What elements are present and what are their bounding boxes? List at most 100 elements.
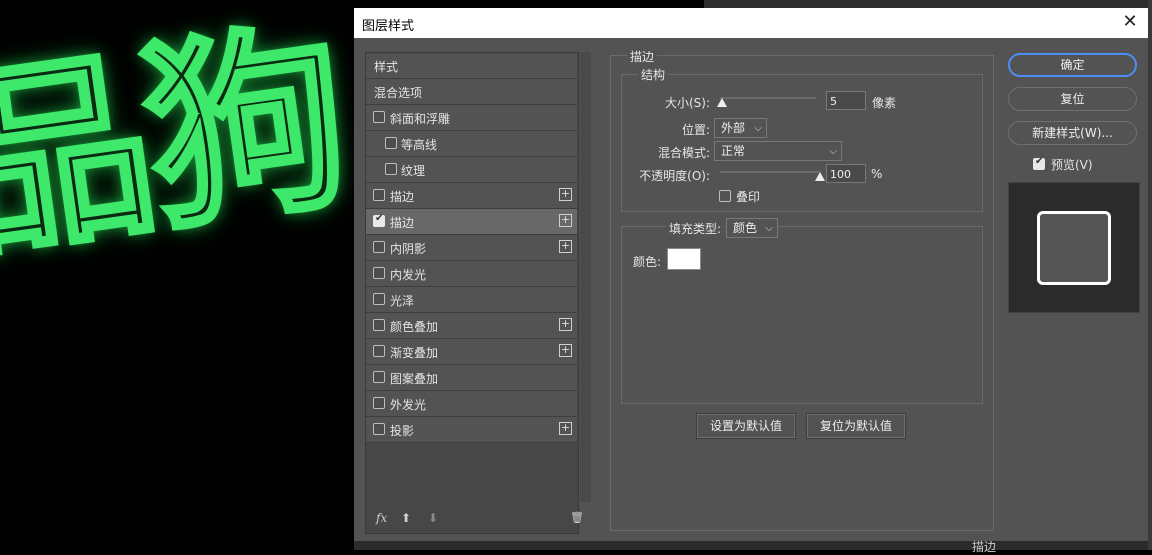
preview-label: 预览(V) bbox=[1051, 158, 1093, 172]
style-checkbox[interactable] bbox=[373, 213, 385, 227]
add-effect-icon[interactable]: + bbox=[559, 188, 572, 201]
reset-button[interactable]: 复位 bbox=[1008, 87, 1137, 111]
fill-type-label: 填充类型: bbox=[666, 220, 725, 237]
size-label: 大小(S): bbox=[664, 96, 710, 110]
style-checkbox[interactable] bbox=[373, 371, 385, 383]
dialog-titlebar: 图层样式 ✕ bbox=[354, 8, 1148, 38]
add-effect-icon[interactable]: + bbox=[559, 422, 572, 435]
blend-mode-label: 混合模式: bbox=[657, 146, 710, 160]
position-dropdown[interactable]: 外部 ⌵ bbox=[714, 118, 767, 138]
style-list-item[interactable]: 外发光 bbox=[366, 391, 577, 417]
add-effect-icon[interactable]: + bbox=[559, 318, 572, 331]
opacity-input[interactable]: 100 bbox=[826, 164, 866, 183]
style-checkbox[interactable] bbox=[385, 137, 397, 149]
size-slider[interactable] bbox=[716, 97, 816, 107]
new-style-button[interactable]: 新建样式(W)... bbox=[1008, 121, 1137, 145]
blend-mode-value: 正常 bbox=[721, 144, 746, 158]
overprint-checkbox[interactable] bbox=[719, 190, 731, 202]
set-default-button[interactable]: 设置为默认值 bbox=[697, 414, 795, 438]
preview-checkbox[interactable]: ✔ bbox=[1033, 156, 1045, 170]
position-value: 外部 bbox=[721, 121, 746, 135]
structure-group: 结构 大小(S): 5 像素 位置: 外部 ⌵ 混合模式: 正常 ⌵ 不透明度(… bbox=[621, 66, 983, 212]
dialog-title: 图层样式 bbox=[362, 19, 415, 34]
opacity-unit: % bbox=[871, 167, 883, 181]
style-checkbox[interactable] bbox=[373, 241, 385, 253]
fill-type-value: 颜色 bbox=[733, 221, 758, 235]
style-list-footer: fx ⬆ ⬇ 🗑 bbox=[366, 505, 584, 533]
style-item-label: 混合选项 bbox=[374, 86, 423, 100]
layer-style-dialog: 图层样式 ✕ 投影+外发光图案叠加渐变叠加+颜色叠加+光泽内发光内阴影+描边+描… bbox=[354, 8, 1148, 541]
style-item-label: 等高线 bbox=[401, 138, 438, 152]
style-list: 投影 + 外发光 图案叠加 渐变叠加 + 颜色叠加 + 光泽 内发光 内阴影 + 描边 + 描边 + 纹理 等高线… bbox=[365, 52, 584, 534]
style-item-label: 样式 bbox=[374, 60, 399, 74]
style-list-item[interactable]: 纹理 bbox=[366, 157, 577, 183]
reset-default-button[interactable]: 复位为默认值 bbox=[807, 414, 905, 438]
style-list-item[interactable]: 内发光 bbox=[366, 261, 577, 287]
opacity-slider-thumb[interactable] bbox=[815, 172, 825, 181]
add-effect-icon[interactable]: + bbox=[559, 344, 572, 357]
chevron-down-icon: ⌵ bbox=[829, 146, 837, 157]
layers-panel-strip bbox=[354, 541, 1148, 550]
style-item-label: 内阴影 bbox=[390, 242, 427, 256]
style-list-item[interactable]: 图案叠加 bbox=[366, 365, 577, 391]
style-list-item[interactable]: 颜色叠加 + bbox=[366, 313, 577, 339]
close-icon[interactable]: ✕ bbox=[1120, 11, 1140, 32]
style-checkbox[interactable] bbox=[373, 319, 385, 331]
style-item-label: 渐变叠加 bbox=[390, 346, 439, 360]
stroke-section-title: 描边 bbox=[627, 48, 658, 65]
style-list-item[interactable]: 样式 bbox=[366, 53, 577, 79]
move-down-icon[interactable]: ⬇ bbox=[428, 511, 438, 525]
style-item-label: 描边 bbox=[390, 216, 415, 230]
position-label: 位置: bbox=[681, 123, 710, 137]
style-item-label: 颜色叠加 bbox=[390, 320, 439, 334]
style-list-item[interactable]: 描边 + bbox=[366, 209, 577, 235]
style-list-item[interactable]: 内阴影 + bbox=[366, 235, 577, 261]
stroke-panel: 描边 结构 大小(S): 5 像素 位置: 外部 ⌵ 混合模式: 正常 ⌵ 不透… bbox=[610, 48, 994, 531]
ok-button[interactable]: 确定 bbox=[1008, 53, 1137, 77]
color-swatch[interactable] bbox=[667, 248, 701, 270]
chevron-down-icon: ⌵ bbox=[754, 123, 762, 134]
fill-type-dropdown[interactable]: 颜色 ⌵ bbox=[726, 218, 778, 238]
style-item-label: 描边 bbox=[390, 190, 415, 204]
trash-icon[interactable]: 🗑 bbox=[570, 511, 584, 524]
style-item-label: 投影 bbox=[390, 424, 415, 438]
style-item-label: 内发光 bbox=[390, 268, 427, 282]
check-icon: ✔ bbox=[1035, 156, 1044, 167]
style-list-item[interactable]: 混合选项 bbox=[366, 79, 577, 105]
add-effect-icon[interactable]: + bbox=[559, 240, 572, 253]
style-list-scrollbar[interactable] bbox=[580, 52, 591, 502]
fx-icon[interactable]: fx bbox=[376, 511, 387, 525]
style-checkbox[interactable] bbox=[385, 163, 397, 175]
style-checkbox[interactable] bbox=[373, 345, 385, 357]
style-checkbox[interactable] bbox=[373, 189, 385, 201]
preview-thumbnail bbox=[1037, 211, 1111, 285]
opacity-slider[interactable] bbox=[720, 171, 825, 181]
blend-mode-dropdown[interactable]: 正常 ⌵ bbox=[714, 141, 842, 161]
app-toolbar-strip bbox=[704, 0, 1148, 8]
style-list-item[interactable]: 斜面和浮雕 bbox=[366, 105, 577, 131]
style-checkbox[interactable] bbox=[373, 111, 385, 123]
layer-effect-label: 描边 bbox=[972, 540, 997, 554]
app-right-edge bbox=[1148, 0, 1152, 550]
style-list-item[interactable]: 渐变叠加 + bbox=[366, 339, 577, 365]
style-list-item[interactable]: 光泽 bbox=[366, 287, 577, 313]
style-list-item[interactable]: 投影 + bbox=[366, 417, 577, 443]
add-effect-icon[interactable]: + bbox=[559, 214, 572, 227]
document-canvas: 品狗 bbox=[0, 0, 354, 550]
style-item-label: 纹理 bbox=[401, 164, 426, 178]
style-checkbox[interactable] bbox=[373, 293, 385, 305]
size-slider-thumb[interactable] bbox=[716, 98, 727, 107]
canvas-glow-text: 品狗 bbox=[0, 0, 354, 289]
style-checkbox[interactable] bbox=[373, 267, 385, 279]
style-checkbox[interactable] bbox=[373, 423, 385, 435]
color-label: 颜色: bbox=[633, 255, 662, 269]
overprint-label: 叠印 bbox=[736, 190, 761, 204]
style-item-label: 图案叠加 bbox=[390, 372, 439, 386]
style-checkbox[interactable] bbox=[373, 397, 385, 409]
style-list-item[interactable]: 描边 + bbox=[366, 183, 577, 209]
size-input[interactable]: 5 bbox=[826, 91, 866, 110]
chevron-down-icon: ⌵ bbox=[765, 223, 773, 234]
move-up-icon[interactable]: ⬆ bbox=[401, 511, 411, 525]
style-item-label: 斜面和浮雕 bbox=[390, 112, 451, 126]
style-list-item[interactable]: 等高线 bbox=[366, 131, 577, 157]
